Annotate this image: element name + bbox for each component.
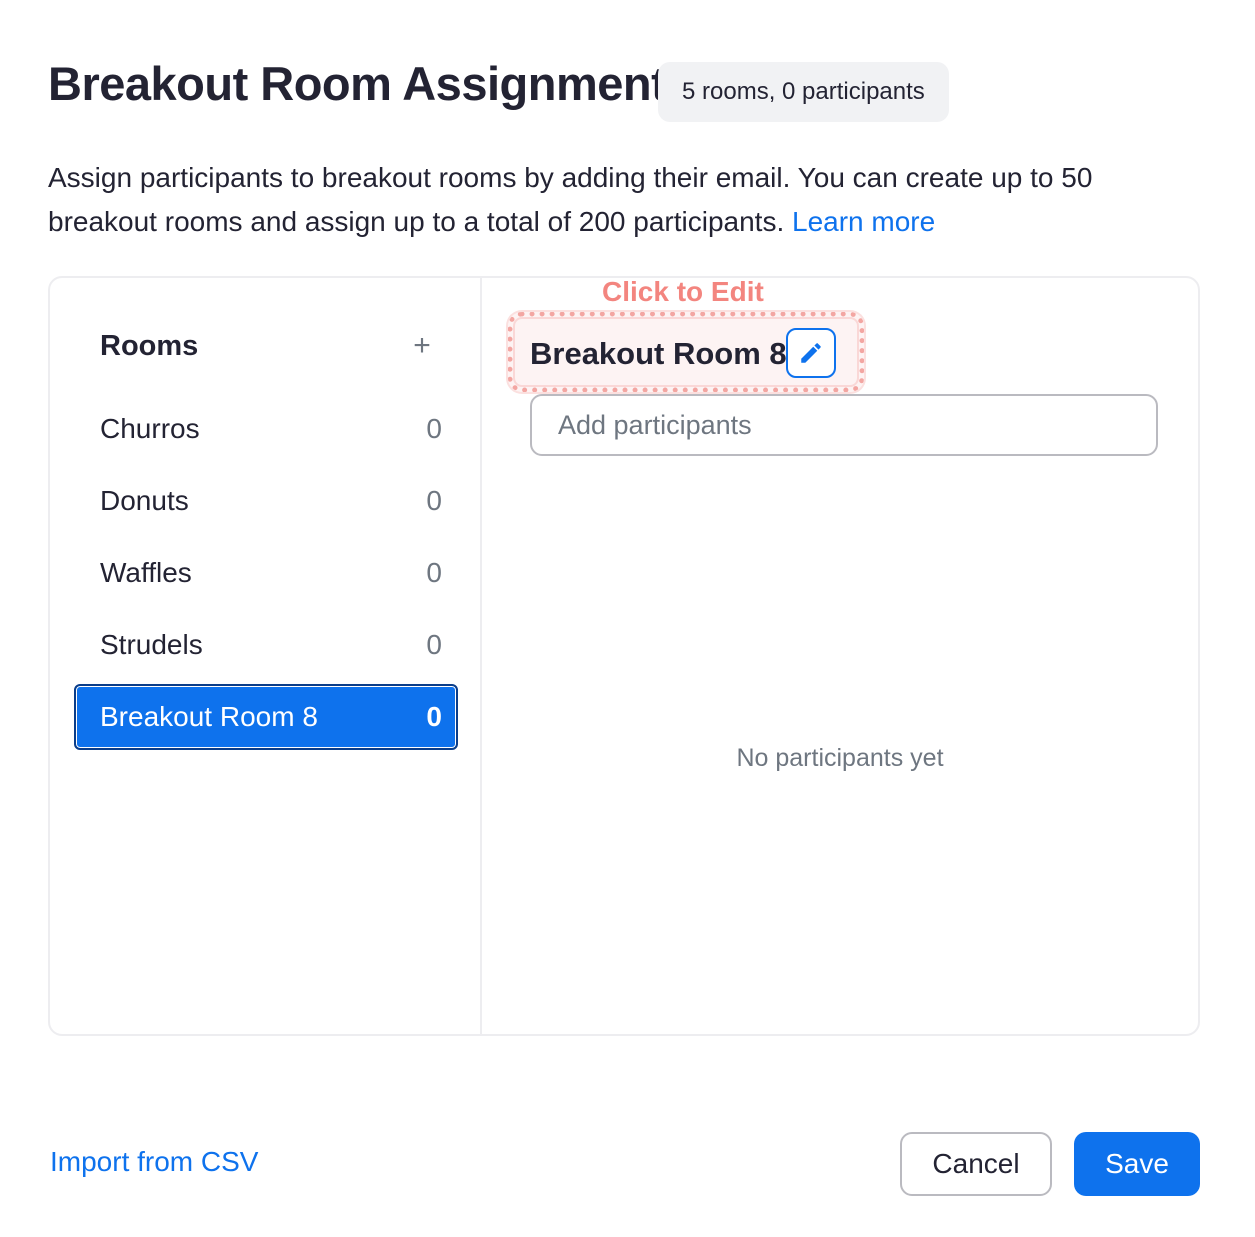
edit-room-name-button[interactable]	[786, 328, 836, 378]
room-name: Waffles	[100, 557, 192, 588]
room-name: Breakout Room 8	[100, 701, 318, 732]
page-title: Breakout Room Assignment	[48, 57, 667, 110]
room-participant-count: 0	[426, 701, 442, 732]
room-name: Strudels	[100, 629, 203, 660]
room-list: Churros 0 Donuts 0 Waffles 0 Strudels 0 …	[74, 396, 458, 756]
room-item-donuts[interactable]: Donuts 0	[74, 468, 458, 534]
room-detail: Click to Edit Breakout Room 8 No partici…	[482, 276, 1198, 1034]
import-from-csv-link[interactable]: Import from CSV	[50, 1146, 258, 1178]
learn-more-link[interactable]: Learn more	[792, 206, 935, 237]
room-item-waffles[interactable]: Waffles 0	[74, 540, 458, 606]
room-item-breakout-room-8[interactable]: Breakout Room 8 0	[74, 684, 458, 750]
room-participant-count: 0	[426, 557, 442, 588]
assignment-panel: Rooms + Churros 0 Donuts 0 Waffles 0 Str…	[48, 276, 1200, 1036]
empty-state-message: No participants yet	[736, 744, 944, 772]
add-participants-input[interactable]	[530, 394, 1158, 456]
room-item-strudels[interactable]: Strudels 0	[74, 612, 458, 678]
add-room-button[interactable]: +	[404, 328, 440, 364]
room-participant-count: 0	[426, 629, 442, 660]
room-name: Churros	[100, 413, 200, 444]
room-participant-count: 0	[426, 485, 442, 516]
save-button[interactable]: Save	[1074, 1132, 1200, 1196]
description-text: Assign participants to breakout rooms by…	[48, 162, 1093, 237]
pencil-icon	[801, 343, 821, 363]
rooms-heading: Rooms	[100, 330, 199, 362]
click-to-edit-annotation: Click to Edit	[602, 276, 764, 307]
room-item-churros[interactable]: Churros 0	[74, 396, 458, 462]
selected-room-title[interactable]: Breakout Room 8	[530, 336, 787, 372]
plus-icon: +	[413, 329, 431, 362]
rooms-sidebar: Rooms + Churros 0 Donuts 0 Waffles 0 Str…	[50, 278, 482, 1034]
description: Assign participants to breakout rooms by…	[48, 156, 1208, 244]
cancel-button[interactable]: Cancel	[900, 1132, 1052, 1196]
room-name: Donuts	[100, 485, 189, 516]
room-summary-badge: 5 rooms, 0 participants	[658, 62, 949, 122]
room-participant-count: 0	[426, 413, 442, 444]
